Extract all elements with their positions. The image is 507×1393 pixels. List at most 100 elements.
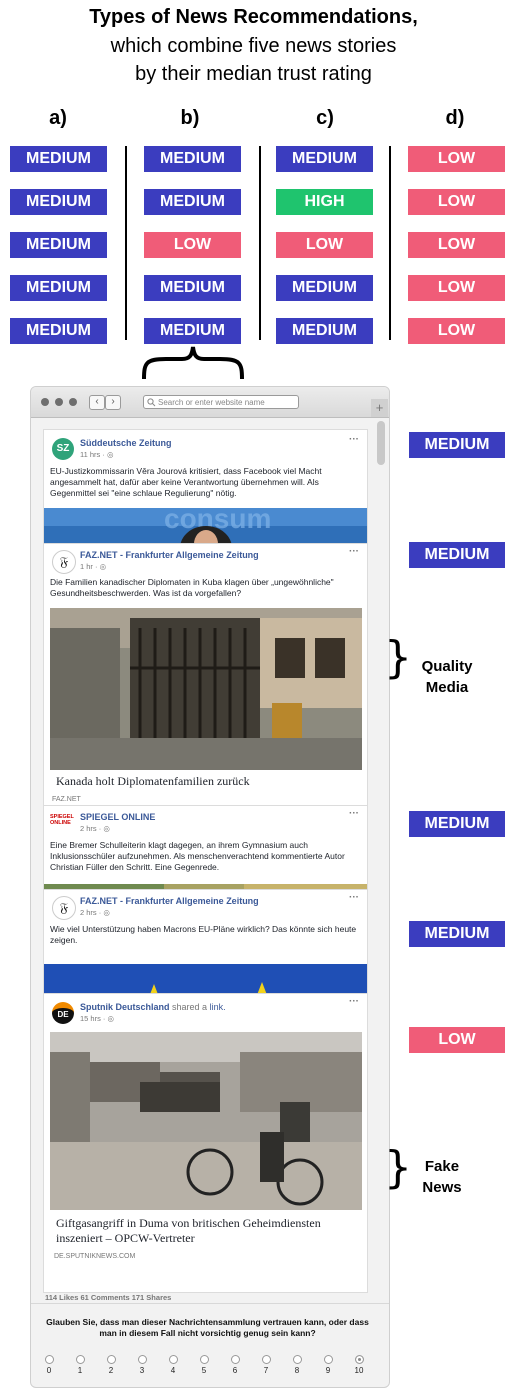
scale-label-7: 7 xyxy=(263,1366,269,1375)
post-text: Die Familien kanadischer Diplomaten in K… xyxy=(50,577,334,598)
post-time: 15 hrs · ◎ xyxy=(80,1014,115,1023)
figure-title-line-3: by their median trust rating xyxy=(135,63,372,85)
column-label-c: c) xyxy=(316,107,334,129)
post-image-embassy[interactable] xyxy=(50,608,362,770)
address-bar[interactable]: Search or enter website name xyxy=(143,395,299,409)
scale-radio-3[interactable] xyxy=(138,1355,147,1364)
rating-badge-c-4: MEDIUM xyxy=(276,275,373,301)
post-source[interactable]: FAZ.NET - Frankfurter Allgemeine Zeitung xyxy=(80,550,259,560)
fake-label-line-2: News xyxy=(422,1179,462,1196)
scale-label-3: 3 xyxy=(139,1366,145,1375)
window-close-icon[interactable] xyxy=(41,398,49,406)
rating-badge-d-4: LOW xyxy=(408,275,505,301)
scale-radio-6[interactable] xyxy=(231,1355,240,1364)
rating-badge-c-2: HIGH xyxy=(276,189,373,215)
story-rating-badge-4: MEDIUM xyxy=(409,921,505,947)
rating-badge-a-1: MEDIUM xyxy=(10,146,107,172)
search-icon xyxy=(147,398,156,407)
scale-radio-5[interactable] xyxy=(200,1355,209,1364)
more-dots-icon[interactable]: ··· xyxy=(349,996,359,1007)
post-source[interactable]: FAZ.NET - Frankfurter Allgemeine Zeitung xyxy=(80,896,259,906)
scale-radio-8[interactable] xyxy=(293,1355,302,1364)
forward-arrow-icon[interactable]: › xyxy=(105,395,121,410)
scale-radio-0[interactable] xyxy=(45,1355,54,1364)
rating-badge-d-1: LOW xyxy=(408,146,505,172)
quality-label-line-1: Quality xyxy=(421,658,473,675)
scale-radio-4[interactable] xyxy=(169,1355,178,1364)
scale-label-9: 9 xyxy=(325,1366,331,1375)
rating-badge-a-4: MEDIUM xyxy=(10,275,107,301)
post-text: Wie viel Unterstützung haben Macrons EU-… xyxy=(50,924,357,945)
post-card-faz-2: 𝔉 FAZ.NET - Frankfurter Allgemeine Zeitu… xyxy=(43,889,368,1009)
more-dots-icon[interactable]: ··· xyxy=(349,434,359,445)
more-dots-icon[interactable]: ··· xyxy=(349,546,359,557)
rating-badge-b-2: MEDIUM xyxy=(144,189,241,215)
scale-label-4: 4 xyxy=(170,1366,176,1375)
post-source[interactable]: Süddeutsche Zeitung xyxy=(80,438,172,448)
faz-logo-icon: 𝔉 xyxy=(52,896,76,920)
rating-badge-b-5: MEDIUM xyxy=(144,318,241,344)
post-source[interactable]: Sputnik Deutschland xyxy=(80,1002,170,1012)
column-b-brace-icon xyxy=(142,346,244,380)
column-separator-ab xyxy=(125,146,127,340)
scale-radio-2[interactable] xyxy=(107,1355,116,1364)
story-rating-badge-1: MEDIUM xyxy=(409,432,505,458)
story-rating-badge-2: MEDIUM xyxy=(409,542,505,568)
rating-badge-a-5: MEDIUM xyxy=(10,318,107,344)
trust-question: Glauben Sie, dass man dieser Nachrichten… xyxy=(46,1317,369,1338)
scale-label-6: 6 xyxy=(232,1366,238,1375)
rating-badge-c-5: MEDIUM xyxy=(276,318,373,344)
rating-badge-d-5: LOW xyxy=(408,318,505,344)
link-domain: DE.SPUTNIKNEWS.COM xyxy=(54,1253,136,1260)
link-preview[interactable]: Kanada holt Diplomatenfamilien zurück FA… xyxy=(50,770,362,807)
story-rating-badge-5: LOW xyxy=(409,1027,505,1053)
scale-radio-7[interactable] xyxy=(262,1355,271,1364)
browser-toolbar: ‹ › Search or enter website name xyxy=(31,387,389,418)
link-headline[interactable]: Kanada holt Diplomatenfamilien zurück xyxy=(56,774,250,789)
quality-media-brace-icon: } xyxy=(384,632,412,683)
rating-badge-b-1: MEDIUM xyxy=(144,146,241,172)
post-card-spiegel: SPIEGEL ONLINE SPIEGEL ONLINE 2 hrs · ◎ … xyxy=(43,805,368,899)
quality-label-line-2: Media xyxy=(425,679,469,696)
scale-label-10: 10 xyxy=(354,1366,364,1375)
scale-label-0: 0 xyxy=(46,1366,52,1375)
new-tab-plus-icon[interactable]: + xyxy=(371,399,388,417)
rating-badge-c-3: LOW xyxy=(276,232,373,258)
rating-badge-d-2: LOW xyxy=(408,189,505,215)
column-separator-bc xyxy=(259,146,261,340)
more-dots-icon[interactable]: ··· xyxy=(349,808,359,819)
scrollbar-thumb[interactable] xyxy=(377,421,385,465)
browser-window: ‹ › Search or enter website name + SZ Sü… xyxy=(30,386,390,1388)
link-domain: FAZ.NET xyxy=(52,796,81,803)
post-text: EU-Justizkommissarin Věra Jourová kritis… xyxy=(50,466,322,498)
fake-news-brace-icon: } xyxy=(384,1142,412,1193)
back-arrow-icon[interactable]: ‹ xyxy=(89,395,105,410)
spiegel-logo-icon: SPIEGEL ONLINE xyxy=(50,814,74,826)
shared-link[interactable]: link. xyxy=(210,1002,226,1012)
column-label-d: d) xyxy=(445,107,465,129)
rating-badge-b-4: MEDIUM xyxy=(144,275,241,301)
link-preview[interactable]: Giftgasangriff in Duma von britischen Ge… xyxy=(50,1210,362,1292)
rating-badge-d-3: LOW xyxy=(408,232,505,258)
scale-label-1: 1 xyxy=(77,1366,83,1375)
link-headline[interactable]: Giftgasangriff in Duma von britischen Ge… xyxy=(56,1216,356,1246)
window-minimize-icon[interactable] xyxy=(55,398,63,406)
rating-badge-b-3: LOW xyxy=(144,232,241,258)
divider xyxy=(31,1303,389,1304)
post-source[interactable]: SPIEGEL ONLINE xyxy=(80,812,155,822)
scale-radio-1[interactable] xyxy=(76,1355,85,1364)
post-time: 1 hr · ◎ xyxy=(80,562,107,571)
post-header: Sputnik Deutschland shared a link. xyxy=(80,1002,226,1012)
scale-radio-9[interactable] xyxy=(324,1355,333,1364)
column-label-a: a) xyxy=(49,107,67,129)
more-dots-icon[interactable]: ··· xyxy=(349,892,359,903)
engagement-counts: 114 Likes 61 Comments 171 Shares xyxy=(45,1293,172,1302)
figure-title-line-1: Types of News Recommendations, xyxy=(89,6,418,28)
scale-radio-10[interactable] xyxy=(355,1355,364,1364)
column-label-b: b) xyxy=(180,107,200,129)
window-maximize-icon[interactable] xyxy=(69,398,77,406)
shared-text: shared a xyxy=(172,1002,208,1012)
rating-badge-a-2: MEDIUM xyxy=(10,189,107,215)
post-image-duma[interactable] xyxy=(50,1032,362,1210)
story-rating-badge-3: MEDIUM xyxy=(409,811,505,837)
